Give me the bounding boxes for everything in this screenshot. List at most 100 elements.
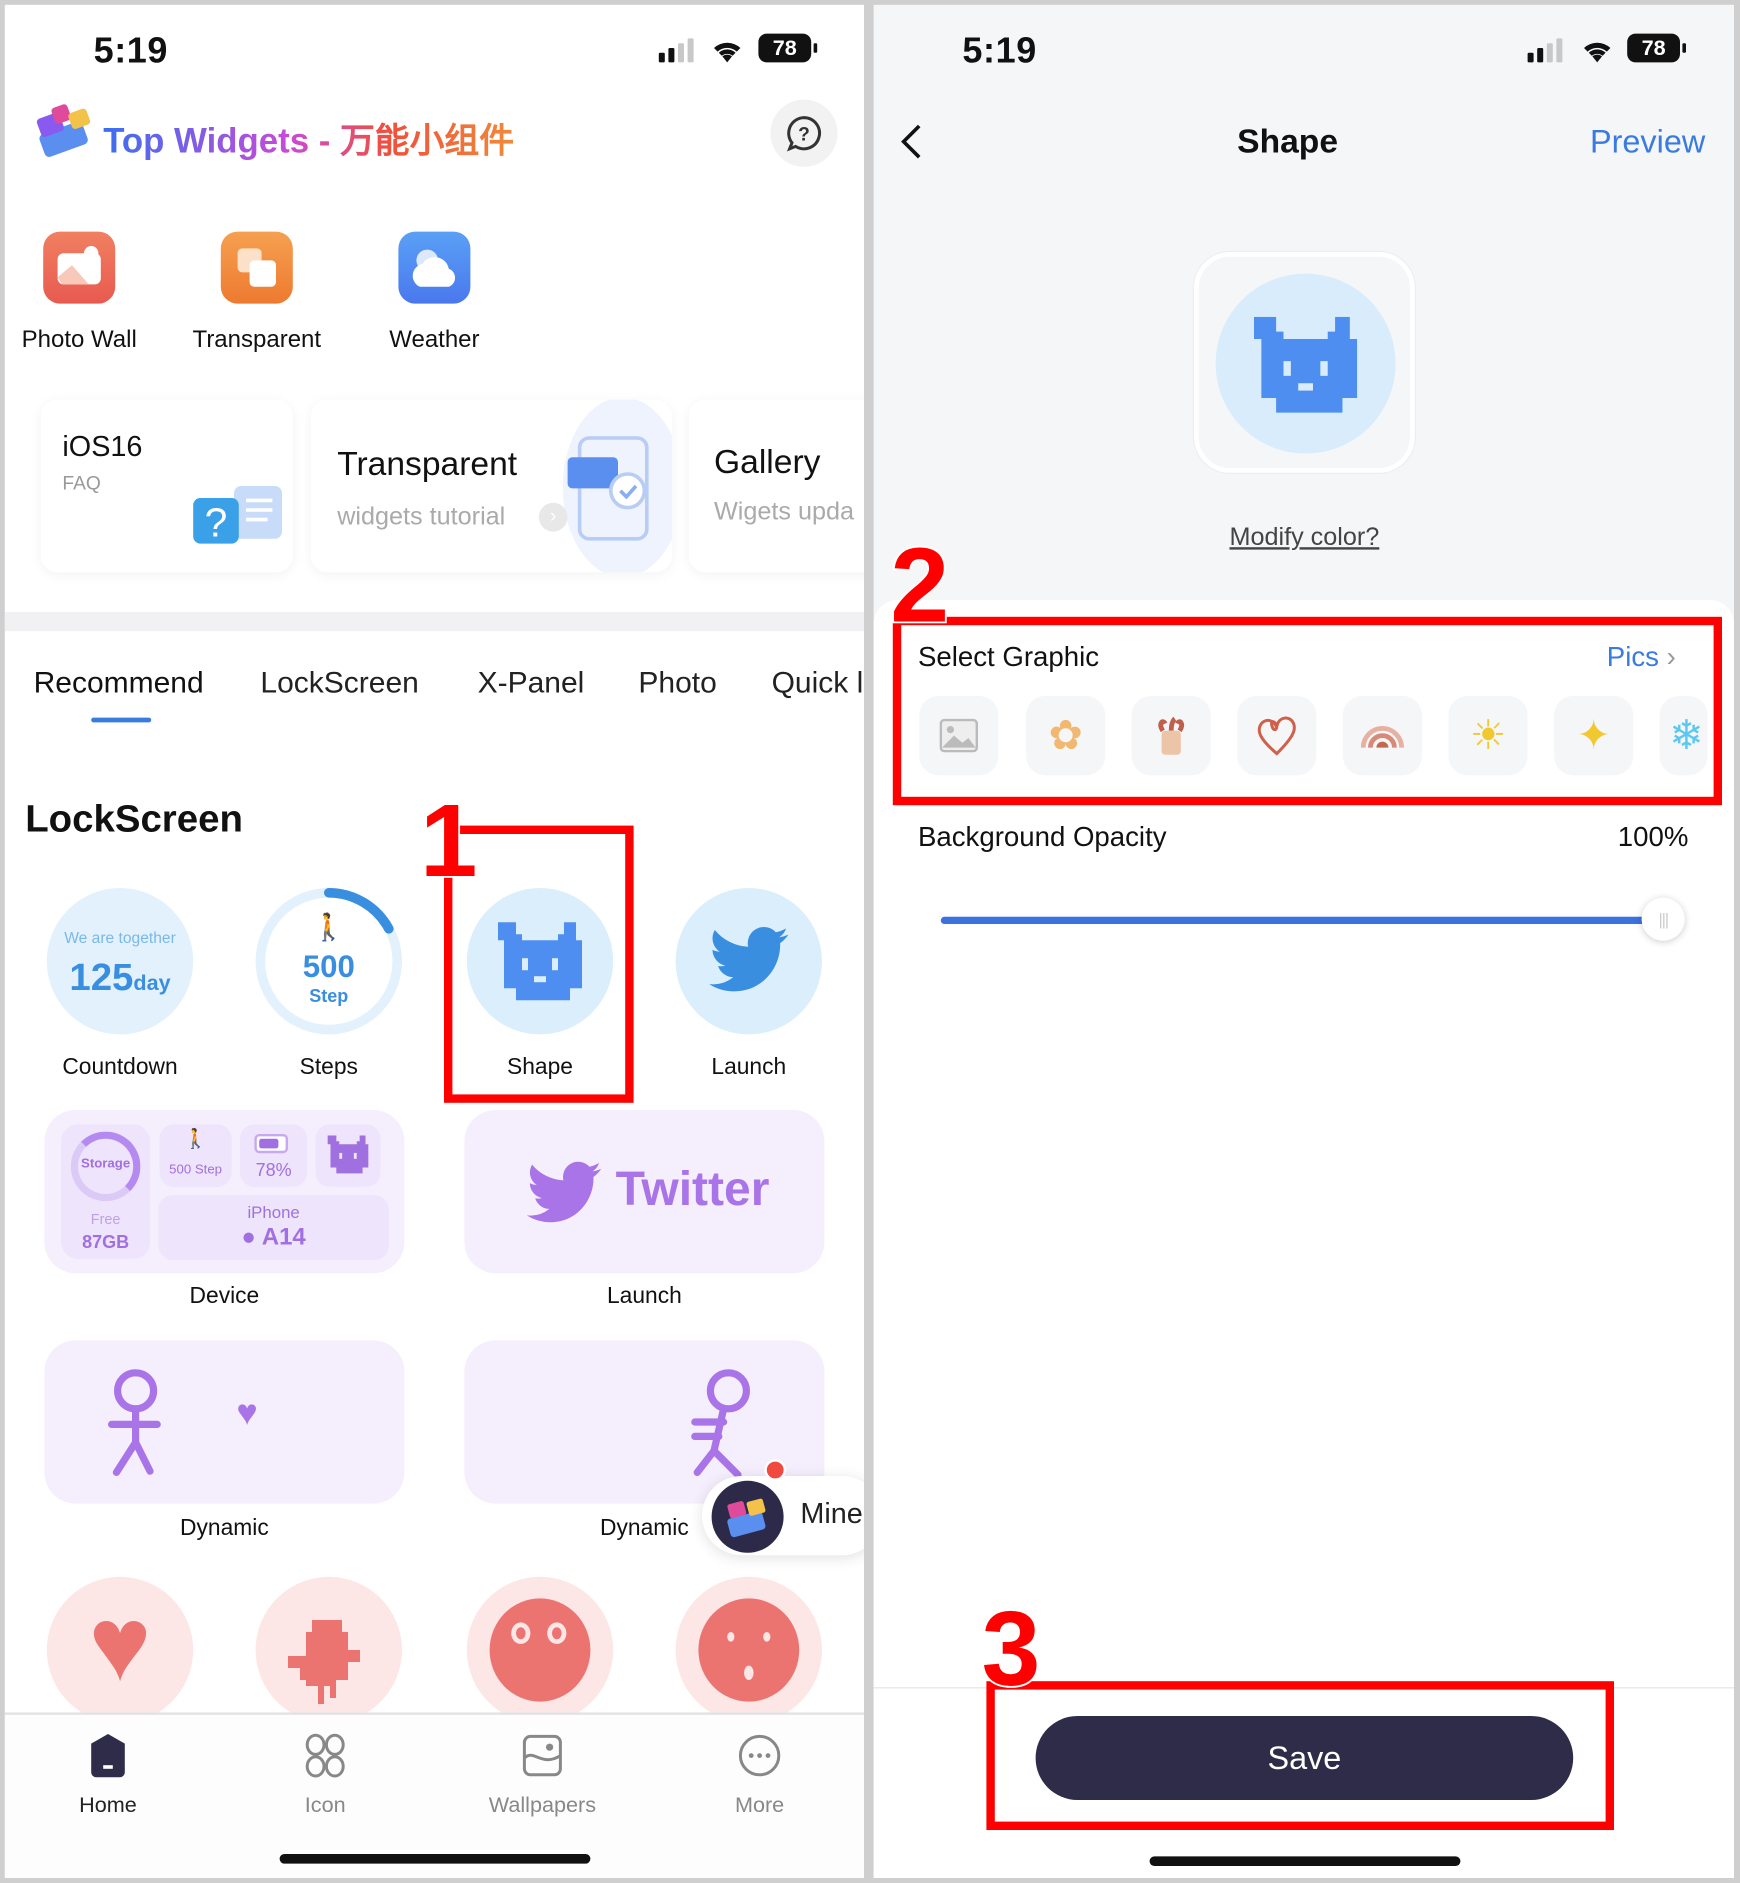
- banner-title: Transparent: [337, 445, 518, 483]
- twitter-launch-widget[interactable]: Twitter: [464, 1110, 825, 1274]
- home-indicator: [1149, 1856, 1461, 1867]
- pixel-bird-icon: [288, 1620, 360, 1705]
- chevron-left-icon[interactable]: [898, 122, 927, 160]
- banner-title: iOS16: [62, 430, 143, 464]
- steps-widget[interactable]: 🚶 500 Step: [255, 888, 403, 1035]
- chip-name: A14: [261, 1224, 306, 1251]
- device-tile: iPhone ● A14: [158, 1195, 389, 1260]
- mine-avatar: [711, 1480, 784, 1553]
- mine-button[interactable]: Mine: [702, 1459, 865, 1556]
- status-time: 5:19: [93, 31, 169, 71]
- shape-heart-widget[interactable]: ♥: [46, 1576, 194, 1724]
- nav-icon[interactable]: Icon: [217, 1712, 433, 1818]
- opacity-label: Background Opacity: [918, 820, 1167, 853]
- annotation-number-1: 1: [418, 783, 479, 899]
- section-divider: [4, 612, 865, 632]
- shape-editor-screen: 5:19 78 Shape Preview Modify color? Sele…: [873, 4, 1735, 1879]
- twitter-text: Twitter: [615, 1162, 770, 1216]
- section-title: LockScreen: [25, 796, 243, 841]
- more-icon: [738, 1734, 781, 1777]
- annotation-number-3: 3: [980, 1588, 1042, 1708]
- banner-gallery[interactable]: Gallery Wigets upda: [688, 399, 865, 573]
- device-label: Device: [189, 1284, 260, 1310]
- preview-button[interactable]: Preview: [1590, 124, 1705, 161]
- steps-tile: 🚶 500 Step: [159, 1124, 232, 1187]
- banner-ios16-faq[interactable]: iOS16 FAQ ?: [40, 399, 293, 573]
- nav-more[interactable]: More: [652, 1712, 864, 1818]
- shape-surprised-widget[interactable]: [675, 1576, 823, 1724]
- transparent-label: Transparent: [192, 326, 322, 353]
- pixel-heart-icon: ♥: [88, 1584, 152, 1703]
- free-value: 87GB: [82, 1232, 130, 1253]
- banner-title: Gallery: [714, 442, 821, 481]
- tab-lockscreen[interactable]: LockScreen: [260, 666, 418, 701]
- nav-label: Home: [79, 1792, 137, 1817]
- layers-icon: [237, 248, 276, 287]
- app-logo-icon: [36, 104, 91, 157]
- signal-icon: [658, 38, 694, 63]
- weather-button[interactable]: [398, 231, 471, 304]
- pixel-cat-icon: [327, 1135, 369, 1174]
- heart-icon: ♥: [236, 1393, 258, 1433]
- photo-icon: [57, 246, 101, 285]
- annotation-box-3: [986, 1681, 1615, 1831]
- opacity-slider-handle[interactable]: |||: [1641, 897, 1685, 941]
- tab-quick[interactable]: Quick l: [772, 666, 864, 701]
- dynamic-widget[interactable]: ♥: [44, 1340, 405, 1504]
- free-caption: Free: [90, 1210, 121, 1228]
- steps-unit: Step: [309, 986, 349, 1007]
- shape-bird-widget[interactable]: [255, 1576, 403, 1724]
- device-name: iPhone: [247, 1202, 300, 1222]
- opacity-slider-fill: [940, 916, 1664, 925]
- device-widget[interactable]: Storage Free 87GB 🚶 500 Step 78% iPhone …: [44, 1110, 405, 1274]
- grid-icon: [305, 1733, 345, 1778]
- annotation-number-2: 2: [889, 525, 951, 645]
- page-title: Shape: [1237, 122, 1339, 160]
- banner-subtitle: widgets tutorial: [337, 502, 506, 531]
- cloud-icon: [412, 249, 456, 287]
- steps-text: 500 Step: [169, 1162, 223, 1178]
- nav-label: Icon: [304, 1792, 346, 1817]
- help-button[interactable]: ?: [770, 99, 838, 167]
- svg-text:?: ?: [798, 124, 810, 145]
- transparent-button[interactable]: [220, 231, 293, 304]
- weather-label: Weather: [389, 326, 480, 353]
- launch-widget[interactable]: [675, 888, 823, 1035]
- photo-wall-button[interactable]: [43, 231, 116, 304]
- chevron-right-icon: ›: [538, 502, 568, 532]
- battery-indicator: 78: [758, 33, 818, 63]
- opacity-value: 100%: [1617, 820, 1689, 853]
- question-bubble-icon: ?: [786, 116, 821, 152]
- photo-wall-label: Photo Wall: [21, 326, 137, 353]
- tab-photo[interactable]: Photo: [638, 666, 716, 701]
- shape-preview: [1194, 252, 1415, 473]
- opacity-slider-track[interactable]: [940, 916, 1664, 925]
- round-face-icon: [489, 1598, 591, 1702]
- dynamic-label: Dynamic: [180, 1515, 269, 1541]
- home-indicator: [279, 1854, 591, 1864]
- home-screen: 5:19 78 Top Widgets - 万能小组件 ? Photo Wall…: [4, 4, 865, 1879]
- notification-badge: [764, 1459, 787, 1481]
- battery-tile: 78%: [240, 1124, 308, 1187]
- twitter-bird-icon: [709, 926, 789, 992]
- battery-indicator: 78: [1627, 33, 1687, 63]
- preview-circle: [1215, 273, 1396, 454]
- nav-wallpapers[interactable]: Wallpapers: [434, 1712, 650, 1818]
- launch-label: Launch: [711, 1054, 787, 1080]
- stick-figure-icon: [691, 1369, 751, 1478]
- nav-label: More: [734, 1792, 785, 1817]
- signal-icon: [1527, 38, 1563, 63]
- stick-figure-icon: [108, 1369, 161, 1477]
- tab-x-panel[interactable]: X-Panel: [478, 666, 585, 701]
- countdown-widget[interactable]: We are together 125day: [46, 888, 194, 1035]
- banner-transparent-tutorial[interactable]: Transparent widgets tutorial ›: [310, 399, 672, 573]
- shape-face-widget[interactable]: [466, 1576, 614, 1724]
- nav-label: Wallpapers: [488, 1792, 597, 1817]
- countdown-unit: day: [133, 970, 171, 995]
- home-icon: [91, 1734, 125, 1778]
- modify-color-link[interactable]: Modify color?: [1124, 523, 1484, 552]
- tab-recommend[interactable]: Recommend: [34, 666, 204, 701]
- app-title: Top Widgets - 万能小组件: [103, 113, 514, 163]
- launch-label: Launch: [606, 1284, 682, 1310]
- nav-home[interactable]: Home: [5, 1712, 216, 1818]
